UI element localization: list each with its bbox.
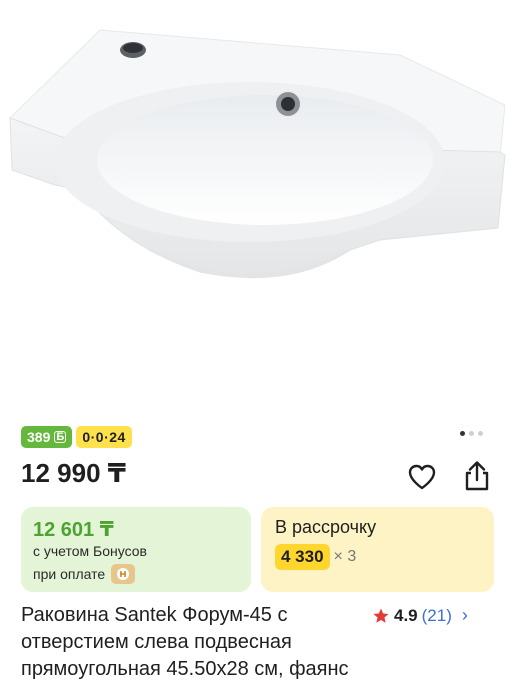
gallery-dot[interactable] [478,431,483,436]
rating-link[interactable]: 4.9 (21) › [372,605,468,626]
product-title: Раковина Santek Форум-45 с отверстием сл… [21,604,349,680]
favorite-button[interactable] [405,460,439,494]
installment-card[interactable]: В рассрочку 4 330 × 3 [261,507,494,592]
bonus-payment-note: при оплате [33,564,136,584]
badges-row: 389 Б 0·0·24 [21,426,132,448]
installment-row: 4 330 × 3 [275,544,356,570]
sink-illustration [9,29,506,279]
installment-title: В рассрочку [275,517,377,537]
installment-badge-value: 0·0·24 [82,429,126,445]
bonus-coin-icon: Б [54,431,67,443]
payment-method-icon [111,564,136,584]
product-price: 12 990 ₸ [21,458,126,488]
bonus-note: с учетом Бонусов [33,543,147,559]
bonus-badge-value: 389 [27,429,51,445]
gallery-pagination [460,431,483,436]
bonus-price-card[interactable]: 12 601 ₸ с учетом Бонусов при оплате [21,507,251,592]
installment-amount: 4 330 [275,544,330,570]
share-button[interactable] [460,458,494,494]
review-count: (21) [421,605,452,625]
rating-score: 4.9 [394,605,418,625]
installment-badge: 0·0·24 [76,426,132,448]
star-icon [373,608,389,623]
bonus-payment-label: при оплате [33,566,106,582]
product-image[interactable] [0,0,516,418]
gallery-dot[interactable] [469,431,474,436]
installment-multiplier: × 3 [333,548,357,565]
gallery-dot[interactable] [460,431,465,436]
heart-icon [408,464,436,490]
share-icon [465,461,489,491]
chevron-right-icon: › [461,605,468,625]
bonus-badge: 389 Б [21,426,73,448]
bonus-price: 12 601 ₸ [33,519,114,541]
